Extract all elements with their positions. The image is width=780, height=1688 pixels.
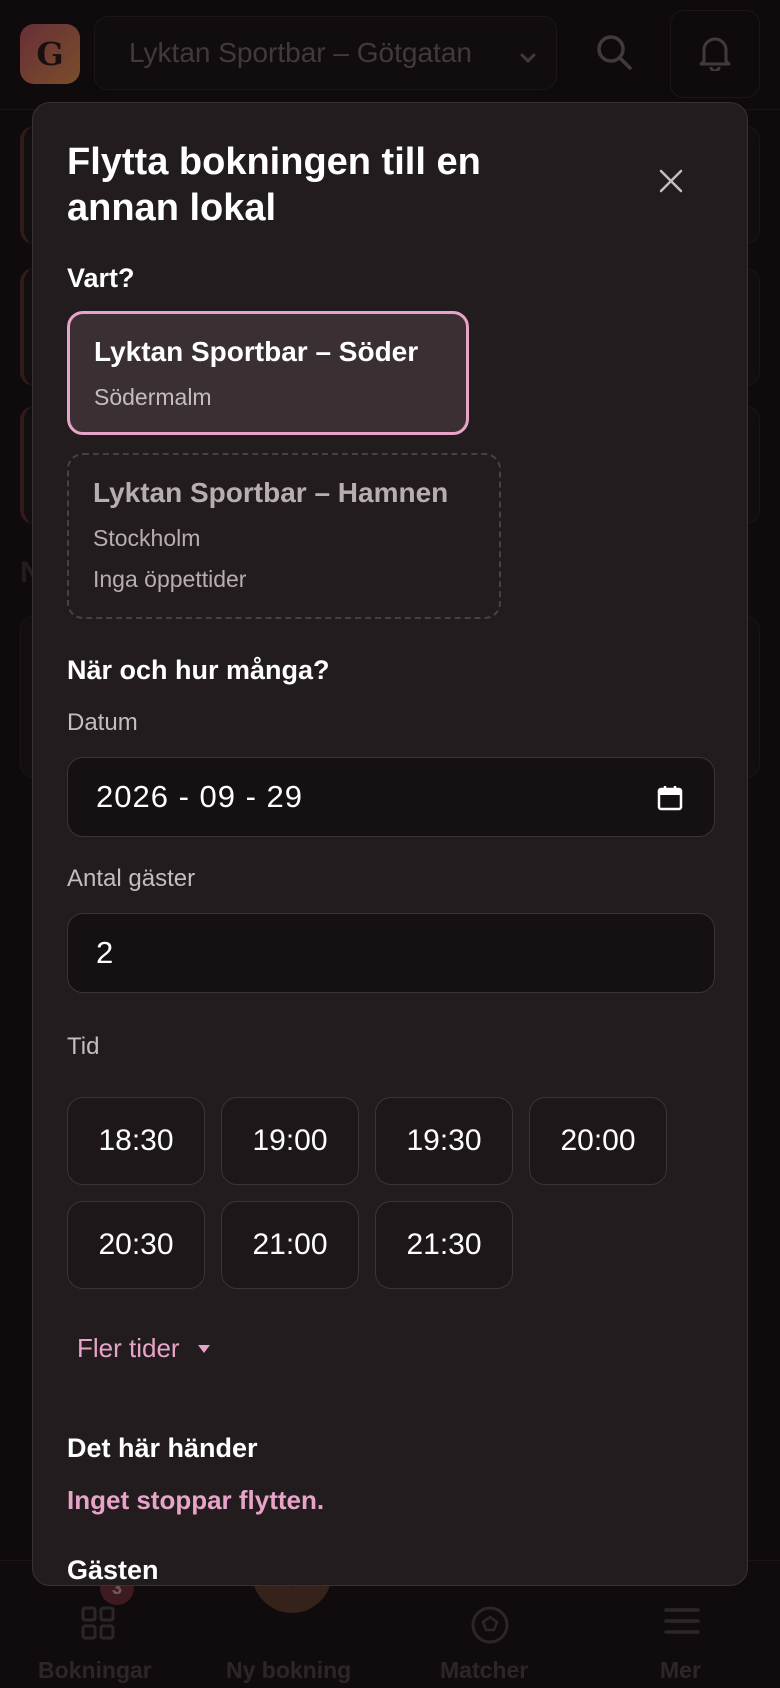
close-icon (658, 168, 684, 199)
guests-field[interactable]: 2 (67, 913, 715, 993)
time-label: Tid (67, 1033, 100, 1060)
more-times-label: Fler tider (77, 1333, 180, 1363)
calendar-icon[interactable] (656, 784, 684, 820)
date-label: Datum (67, 709, 138, 736)
time-slot[interactable]: 20:00 (529, 1097, 667, 1185)
time-slot[interactable]: 20:30 (67, 1201, 205, 1289)
venue-option-soder[interactable]: Lyktan Sportbar – Söder Södermalm (67, 311, 469, 435)
guest-heading: Gästen (67, 1555, 159, 1585)
caret-down-icon (197, 1344, 210, 1353)
venue-option-hamnen[interactable]: Lyktan Sportbar – Hamnen Stockholm Inga … (67, 453, 501, 619)
venue-option-name: Lyktan Sportbar – Hamnen (93, 477, 449, 508)
where-heading: Vart? (67, 263, 135, 293)
time-slot[interactable]: 19:30 (375, 1097, 513, 1185)
time-slot[interactable]: 21:30 (375, 1201, 513, 1289)
when-heading: När och hur många? (67, 655, 330, 685)
venue-option-note: Inga öppettider (93, 566, 247, 592)
time-slot[interactable]: 19:00 (221, 1097, 359, 1185)
what-happens-text: Inget stoppar flytten. (67, 1485, 325, 1515)
date-value: 2026 - 09 - 29 (96, 779, 304, 814)
app-page: G Lyktan Sportbar – Götgatan N Bokningar (0, 0, 780, 1688)
venue-option-name: Lyktan Sportbar – Söder (94, 336, 419, 367)
close-button[interactable] (651, 163, 691, 203)
date-field[interactable]: 2026 - 09 - 29 (67, 757, 715, 837)
venue-option-area: Stockholm (93, 525, 201, 551)
guests-label: Antal gäster (67, 865, 196, 892)
guests-value: 2 (96, 935, 114, 970)
time-slot[interactable]: 18:30 (67, 1097, 205, 1185)
dialog-title: Flytta bokningen till en annan lokal (67, 141, 481, 229)
venue-option-area: Södermalm (94, 384, 212, 410)
time-slot[interactable]: 21:00 (221, 1201, 359, 1289)
move-booking-dialog: Flytta bokningen till en annan lokal Var… (32, 102, 748, 1586)
what-happens-heading: Det här händer (67, 1433, 258, 1463)
more-times-toggle[interactable]: Fler tider (77, 1333, 210, 1364)
